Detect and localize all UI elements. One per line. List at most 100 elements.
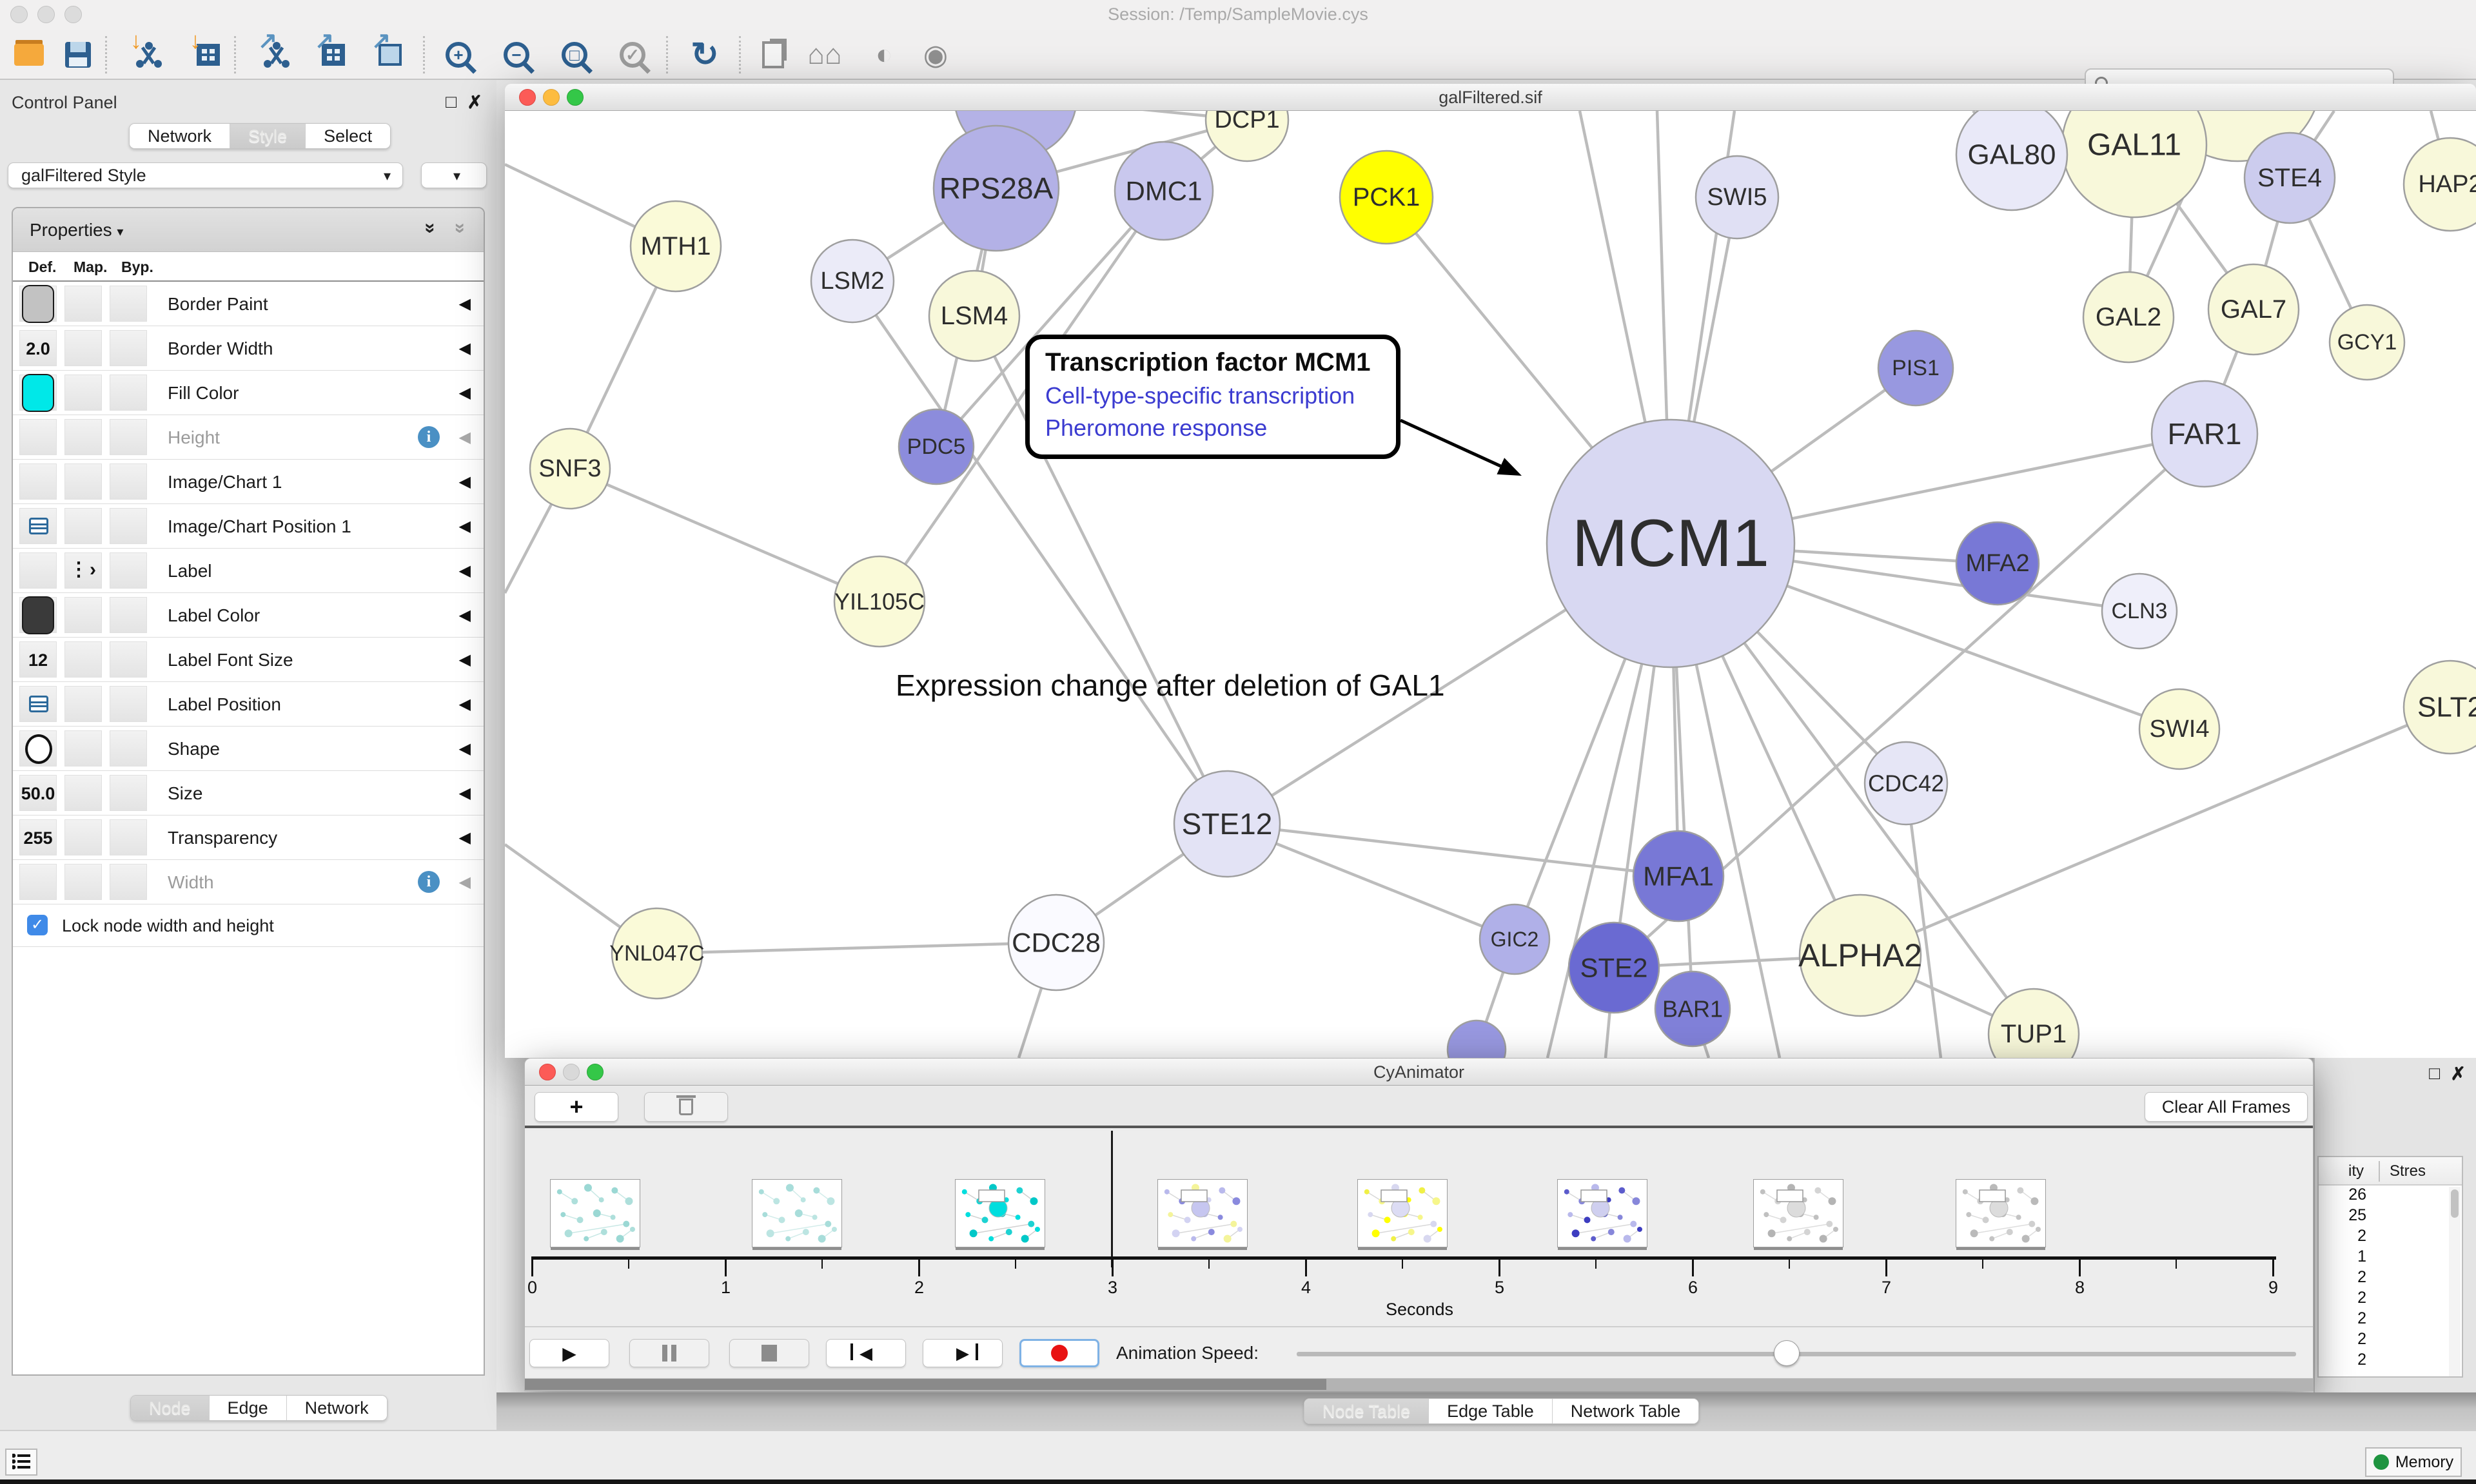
table-row[interactable]: 26 bbox=[2319, 1186, 2462, 1206]
frame-thumbnail-5[interactable] bbox=[1357, 1179, 1448, 1247]
column-stress[interactable]: Stres bbox=[2390, 1162, 2426, 1180]
zoom-fit-icon[interactable]: □ bbox=[555, 35, 594, 75]
frame-thumbnail-6[interactable] bbox=[1557, 1179, 1647, 1247]
property-row[interactable]: Image/Chart Position 1◀ bbox=[13, 504, 484, 549]
property-cell[interactable] bbox=[110, 597, 147, 633]
table-row[interactable]: 1 bbox=[2319, 1247, 2462, 1268]
export-table-icon[interactable]: ↗ bbox=[313, 35, 353, 75]
expand-arrow-icon[interactable]: ◀ bbox=[459, 460, 471, 504]
info-icon[interactable]: i bbox=[418, 426, 440, 448]
property-cell[interactable]: 2.0 bbox=[19, 330, 57, 366]
property-cell[interactable] bbox=[110, 641, 147, 678]
frame-thumbnail-8[interactable] bbox=[1956, 1179, 2046, 1247]
first-neighbors-icon[interactable]: ⌂⌂ bbox=[805, 35, 845, 75]
expand-arrow-icon[interactable]: ◀ bbox=[459, 815, 471, 860]
annotation-box[interactable]: Transcription factor MCM1 Cell-type-spec… bbox=[1025, 335, 1400, 459]
hide-selected-icon[interactable]: ◐ bbox=[864, 35, 904, 75]
network-node-gal11[interactable] bbox=[2062, 111, 2206, 217]
property-row[interactable]: Label Position◀ bbox=[13, 682, 484, 727]
property-cell[interactable] bbox=[110, 730, 147, 766]
expand-arrow-icon[interactable]: ◀ bbox=[459, 549, 471, 593]
collapse-all-icon[interactable]: « bbox=[448, 223, 470, 234]
expand-arrow-icon[interactable]: ◀ bbox=[459, 371, 471, 415]
property-cell[interactable] bbox=[19, 286, 57, 322]
property-cell[interactable] bbox=[64, 375, 102, 411]
show-panels-button[interactable] bbox=[5, 1449, 37, 1476]
property-row[interactable]: Shape◀ bbox=[13, 727, 484, 771]
lock-size-checkbox[interactable]: ✓ bbox=[27, 915, 48, 935]
property-cell[interactable] bbox=[110, 552, 147, 589]
property-cell[interactable] bbox=[110, 419, 147, 455]
clear-all-frames-button[interactable]: Clear All Frames bbox=[2145, 1092, 2308, 1122]
expand-arrow-icon[interactable]: ◀ bbox=[459, 638, 471, 682]
table-row[interactable]: 2 bbox=[2319, 1330, 2462, 1351]
expand-arrow-icon[interactable]: ◀ bbox=[459, 727, 471, 771]
play-button[interactable]: ▶ bbox=[529, 1339, 609, 1367]
property-cell[interactable] bbox=[19, 419, 57, 455]
zoom-window-icon[interactable] bbox=[587, 1064, 604, 1080]
property-row[interactable]: ⋮›Label◀ bbox=[13, 549, 484, 593]
minimize-window-icon[interactable] bbox=[543, 89, 560, 106]
column-divider[interactable] bbox=[2379, 1161, 2380, 1182]
annotation-link[interactable]: Pheromone response bbox=[1045, 415, 1380, 442]
float-window-icon[interactable]: □ bbox=[446, 92, 457, 112]
property-cell[interactable] bbox=[110, 864, 147, 900]
tab-select[interactable]: Select bbox=[306, 124, 390, 148]
next-frame-button[interactable]: ▶ bbox=[923, 1339, 1003, 1367]
property-cell[interactable]: 50.0 bbox=[19, 775, 57, 811]
network-caption[interactable]: Expression change after deletion of GAL1 bbox=[896, 668, 1445, 703]
zoom-in-icon[interactable]: + bbox=[438, 35, 478, 75]
expand-arrow-icon[interactable]: ◀ bbox=[459, 771, 471, 815]
tab-node[interactable]: Node bbox=[131, 1396, 210, 1420]
memory-button[interactable]: Memory bbox=[2365, 1447, 2462, 1477]
table-row[interactable]: 25 bbox=[2319, 1206, 2462, 1227]
pause-button[interactable] bbox=[629, 1339, 709, 1367]
network-node-cutpurple[interactable] bbox=[1448, 1020, 1506, 1058]
table-row[interactable]: 2 bbox=[2319, 1268, 2462, 1289]
property-cell[interactable] bbox=[64, 330, 102, 366]
property-cell[interactable] bbox=[19, 464, 57, 500]
horizontal-scrollbar[interactable] bbox=[525, 1378, 2313, 1391]
zoom-window-icon[interactable] bbox=[567, 89, 584, 106]
close-panel-icon[interactable]: ✗ bbox=[2451, 1063, 2466, 1084]
property-cell[interactable] bbox=[64, 775, 102, 811]
property-row[interactable]: Widthi◀ bbox=[13, 860, 484, 904]
property-cell[interactable] bbox=[64, 464, 102, 500]
tab-node-table[interactable]: Node Table bbox=[1304, 1399, 1429, 1423]
add-frame-button[interactable]: + bbox=[535, 1092, 618, 1122]
stop-button[interactable] bbox=[729, 1339, 809, 1367]
property-cell[interactable] bbox=[19, 730, 57, 766]
style-options-button[interactable]: ▾ bbox=[421, 162, 487, 188]
record-button[interactable] bbox=[1019, 1339, 1099, 1367]
zoom-selected-icon[interactable]: ✓ bbox=[613, 35, 653, 75]
table-row[interactable]: 2 bbox=[2319, 1309, 2462, 1330]
tab-edge-table[interactable]: Edge Table bbox=[1429, 1399, 1553, 1423]
table-scrollbar[interactable] bbox=[2449, 1187, 2461, 1376]
property-cell[interactable]: ⋮› bbox=[64, 552, 102, 589]
tab-style[interactable]: Style bbox=[230, 124, 306, 148]
property-cell[interactable] bbox=[64, 508, 102, 544]
property-cell[interactable] bbox=[64, 686, 102, 722]
expand-arrow-icon[interactable]: ◀ bbox=[459, 415, 471, 460]
delete-frame-button[interactable] bbox=[644, 1092, 728, 1122]
expand-arrow-icon[interactable]: ◀ bbox=[459, 593, 471, 638]
import-network-icon[interactable]: ↓ bbox=[129, 35, 169, 75]
expand-arrow-icon[interactable]: ◀ bbox=[459, 682, 471, 727]
table-row[interactable]: 2 bbox=[2319, 1289, 2462, 1309]
expand-arrow-icon[interactable]: ◀ bbox=[459, 282, 471, 326]
property-row[interactable]: Image/Chart 1◀ bbox=[13, 460, 484, 504]
tab-network-table[interactable]: Network Table bbox=[1553, 1399, 1699, 1423]
animation-speed-handle[interactable] bbox=[1774, 1340, 1800, 1366]
property-cell[interactable] bbox=[64, 641, 102, 678]
property-cell[interactable] bbox=[19, 597, 57, 633]
float-window-icon[interactable]: □ bbox=[2429, 1063, 2440, 1084]
property-cell[interactable] bbox=[64, 286, 102, 322]
property-cell[interactable] bbox=[64, 864, 102, 900]
property-cell[interactable] bbox=[19, 508, 57, 544]
timeline-playhead[interactable] bbox=[1111, 1131, 1113, 1267]
property-row[interactable]: Fill Color◀ bbox=[13, 371, 484, 415]
property-cell[interactable] bbox=[110, 286, 147, 322]
close-panel-icon[interactable]: ✗ bbox=[467, 92, 482, 113]
style-selector[interactable]: galFiltered Style ▾ bbox=[8, 162, 403, 188]
property-cell[interactable] bbox=[19, 375, 57, 411]
